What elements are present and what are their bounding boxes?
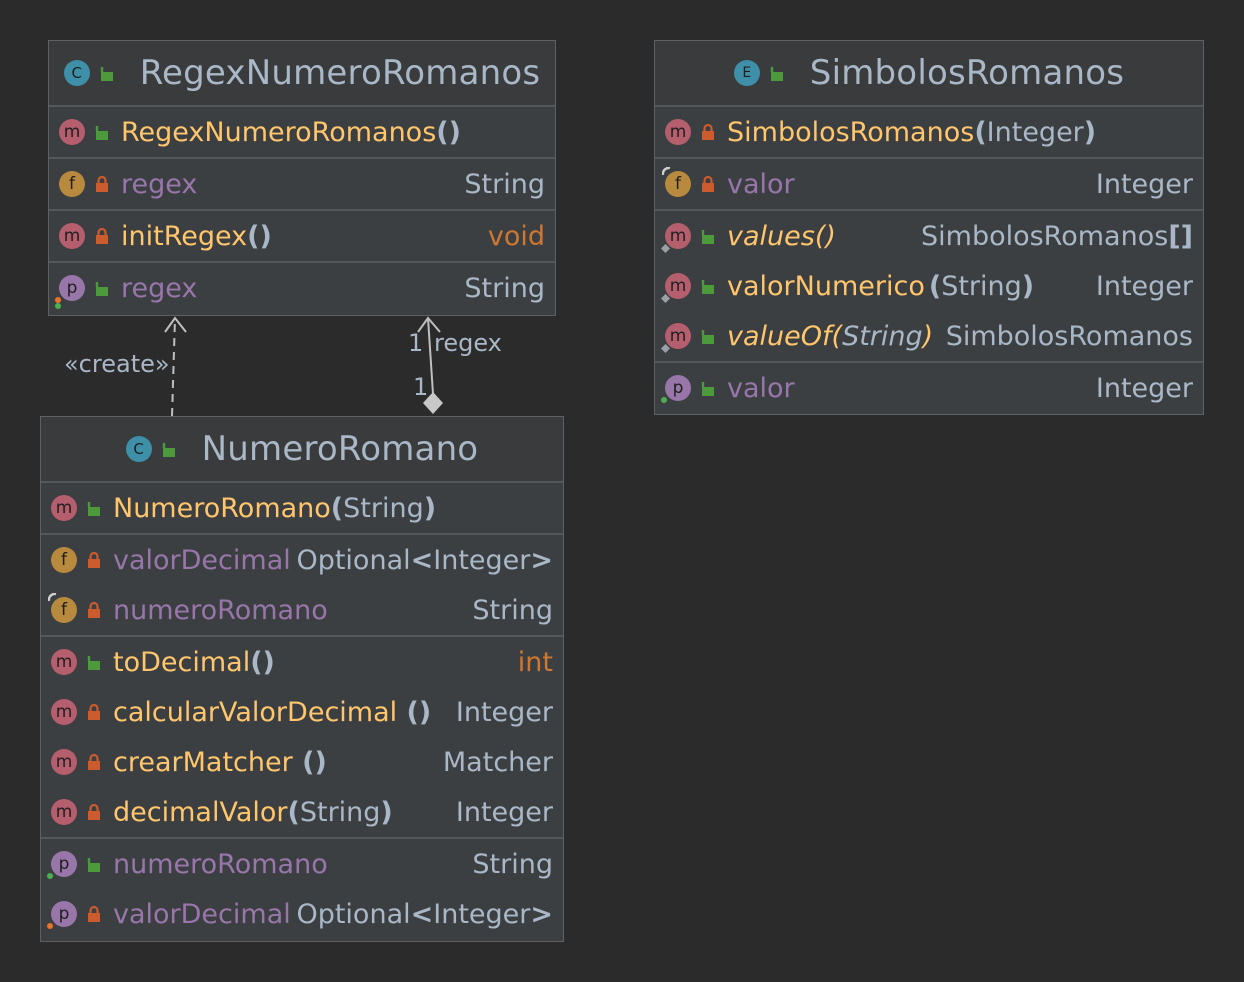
create-stereotype-label: «create» [64,350,170,378]
source-multiplicity-label: 1 [413,373,429,401]
association-role-label: regex [434,329,502,357]
target-multiplicity-label: 1 [408,329,424,357]
dependency-line[interactable] [171,317,176,417]
relationship-edges [164,316,443,417]
composition-line[interactable] [427,317,434,395]
